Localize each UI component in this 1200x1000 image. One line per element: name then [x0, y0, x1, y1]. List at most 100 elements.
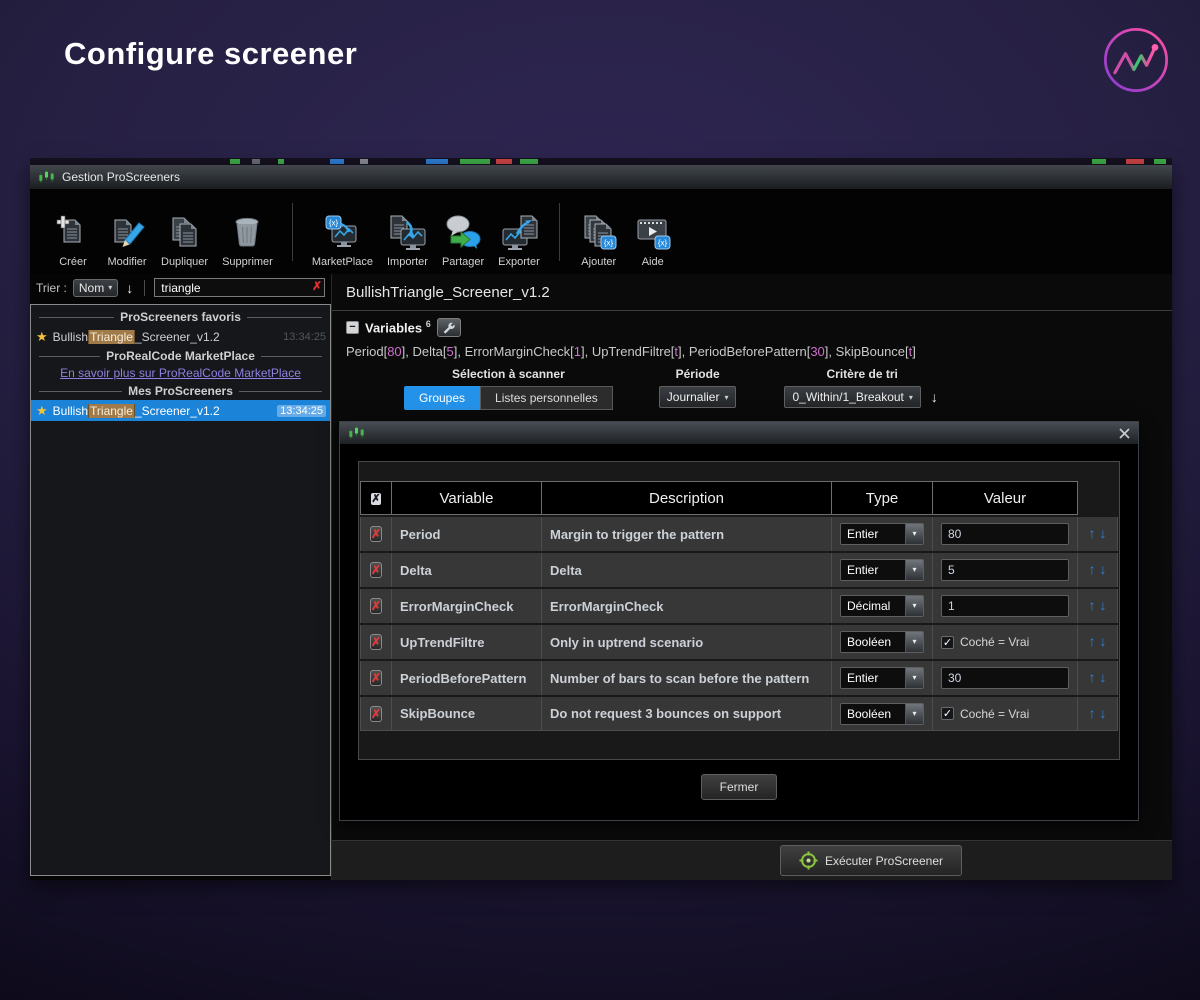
- move-down-icon[interactable]: ↓: [1098, 561, 1109, 577]
- sort-direction-button[interactable]: ↓: [124, 280, 135, 296]
- move-down-icon[interactable]: ↓: [1098, 669, 1109, 685]
- type-select-value: Entier: [841, 563, 905, 577]
- toolbar-marketplace[interactable]: {x}MarketPlace: [305, 212, 380, 268]
- duplicate-icon: [165, 212, 205, 252]
- toolbar-separator: [292, 203, 293, 261]
- sort-select-value: Nom: [79, 281, 104, 295]
- screener-list-item[interactable]: ★BullishTriangle_Screener_v1.213:34:25: [31, 400, 330, 421]
- param-name: ErrorMarginCheck: [465, 344, 570, 359]
- variable-type-cell: Booléen▾: [832, 625, 933, 659]
- move-up-icon[interactable]: ↑: [1087, 633, 1098, 649]
- toolbar-modifier[interactable]: Modifier: [100, 212, 154, 268]
- delete-variable-icon[interactable]: ✗: [370, 598, 382, 614]
- delete-all-icon[interactable]: ✗: [371, 493, 380, 505]
- toolbar-ajouter[interactable]: {x} Ajouter: [572, 212, 626, 268]
- bottom-bar: Exécuter ProScreener: [332, 840, 1172, 880]
- sort-select[interactable]: Nom ▾: [73, 279, 118, 297]
- delete-variable-icon[interactable]: ✗: [370, 526, 382, 542]
- value-checkbox[interactable]: ✓Coché = Vrai: [941, 635, 1069, 649]
- move-up-icon[interactable]: ↑: [1087, 597, 1098, 613]
- toolbar-supprimer[interactable]: Supprimer: [215, 212, 280, 268]
- execute-proscreener-button[interactable]: Exécuter ProScreener: [780, 845, 962, 876]
- dialog-titlebar[interactable]: [340, 422, 1138, 445]
- window-titlebar[interactable]: Gestion ProScreeners: [30, 165, 1172, 190]
- chevron-down-icon: ▾: [905, 704, 923, 724]
- search-input[interactable]: [154, 278, 325, 297]
- type-select[interactable]: Booléen▾: [840, 631, 924, 653]
- sort-label: Trier :: [36, 281, 67, 295]
- timestamp: 13:34:25: [283, 331, 326, 343]
- variable-name-cell: PeriodBeforePattern: [392, 661, 542, 695]
- value-input[interactable]: [941, 667, 1069, 689]
- value-input[interactable]: [941, 595, 1069, 617]
- variables-table: ✗ Variable Description Type Valeur ✗Peri…: [360, 479, 1118, 733]
- move-down-icon[interactable]: ↓: [1098, 705, 1109, 721]
- move-up-icon[interactable]: ↑: [1087, 705, 1098, 721]
- type-select-value: Booléen: [841, 707, 905, 721]
- reorder-cell: ↑↓: [1078, 661, 1118, 695]
- param-bracket: ]: [825, 344, 829, 359]
- scan-selection-group: Sélection à scanner Groupes Listes perso…: [404, 367, 613, 410]
- sort-criteria-direction-button[interactable]: ↓: [929, 389, 940, 405]
- type-select[interactable]: Décimal▾: [840, 595, 924, 617]
- list-section-header: Mes ProScreeners: [33, 384, 328, 398]
- toolbar-exporter[interactable]: Exporter: [491, 212, 547, 268]
- variable-name-cell: ErrorMarginCheck: [392, 589, 542, 623]
- delete-variable-icon[interactable]: ✗: [370, 670, 382, 686]
- close-dialog-button[interactable]: [1119, 428, 1130, 439]
- delete-column-header: ✗: [360, 481, 392, 515]
- move-up-icon[interactable]: ↑: [1087, 669, 1098, 685]
- delete-variable-icon[interactable]: ✗: [370, 706, 382, 722]
- toolbar-cre-er[interactable]: Créer: [46, 212, 100, 268]
- reorder-cell: ↑↓: [1078, 589, 1118, 623]
- toolbar-aide[interactable]: {x}Aide: [626, 212, 680, 268]
- type-select[interactable]: Entier▾: [840, 559, 924, 581]
- sort-criteria-select[interactable]: 0_Within/1_Breakout ▾: [784, 386, 920, 408]
- tab-groupes[interactable]: Groupes: [404, 386, 480, 410]
- toolbar-importer[interactable]: Importer: [380, 212, 435, 268]
- toolbar-item-label: Ajouter: [581, 256, 616, 268]
- param-value: 1: [574, 344, 581, 359]
- type-select[interactable]: Entier▾: [840, 523, 924, 545]
- variable-type-cell: Entier▾: [832, 517, 933, 551]
- variable-row: ✗SkipBounceDo not request 3 bounces on s…: [360, 697, 1118, 731]
- variable-description-cell: Do not request 3 bounces on support: [542, 697, 832, 731]
- toolbar-partager[interactable]: Partager: [435, 212, 491, 268]
- move-up-icon[interactable]: ↑: [1087, 561, 1098, 577]
- move-down-icon[interactable]: ↓: [1098, 597, 1109, 613]
- type-select[interactable]: Entier▾: [840, 667, 924, 689]
- value-input[interactable]: [941, 559, 1069, 581]
- toolbar-dupliquer[interactable]: Dupliquer: [154, 212, 215, 268]
- marketplace-link[interactable]: En savoir plus sur ProRealCode MarketPla…: [31, 366, 330, 380]
- fermer-button[interactable]: Fermer: [701, 774, 778, 800]
- delete-variable-icon[interactable]: ✗: [370, 634, 382, 650]
- screener-list-item[interactable]: ★BullishTriangle_Screener_v1.213:34:25: [31, 326, 330, 347]
- param-name: Period: [346, 344, 384, 359]
- move-up-icon[interactable]: ↑: [1087, 525, 1098, 541]
- reorder-cell: ↑↓: [1078, 553, 1118, 587]
- variables-table-panel: ✗ Variable Description Type Valeur ✗Peri…: [358, 461, 1120, 760]
- window-title: Gestion ProScreeners: [62, 170, 180, 184]
- toolbar-item-label: Importer: [387, 256, 428, 268]
- clear-search-icon[interactable]: ✗: [312, 279, 322, 293]
- edit-variables-button[interactable]: [437, 318, 461, 337]
- chevron-down-icon: ▾: [905, 524, 923, 544]
- value-input[interactable]: [941, 523, 1069, 545]
- tab-listes-personnelles[interactable]: Listes personnelles: [480, 386, 613, 410]
- period-select[interactable]: Journalier ▾: [659, 386, 737, 408]
- chevron-down-icon: ▾: [909, 393, 913, 402]
- collapse-variables-button[interactable]: −: [346, 321, 359, 334]
- chevron-down-icon: ▾: [905, 596, 923, 616]
- period-group: Période Journalier ▾: [659, 367, 737, 410]
- variable-description-cell: ErrorMarginCheck: [542, 589, 832, 623]
- move-down-icon[interactable]: ↓: [1098, 633, 1109, 649]
- delete-variable-icon[interactable]: ✗: [370, 562, 382, 578]
- variable-type-cell: Booléen▾: [832, 697, 933, 731]
- param-value: 30: [810, 344, 824, 359]
- param-value: 80: [387, 344, 401, 359]
- reorder-column-header: [1078, 481, 1118, 515]
- value-checkbox[interactable]: ✓Coché = Vrai: [941, 707, 1069, 721]
- svg-text:{x}: {x}: [604, 239, 614, 248]
- type-select[interactable]: Booléen▾: [840, 703, 924, 725]
- move-down-icon[interactable]: ↓: [1098, 525, 1109, 541]
